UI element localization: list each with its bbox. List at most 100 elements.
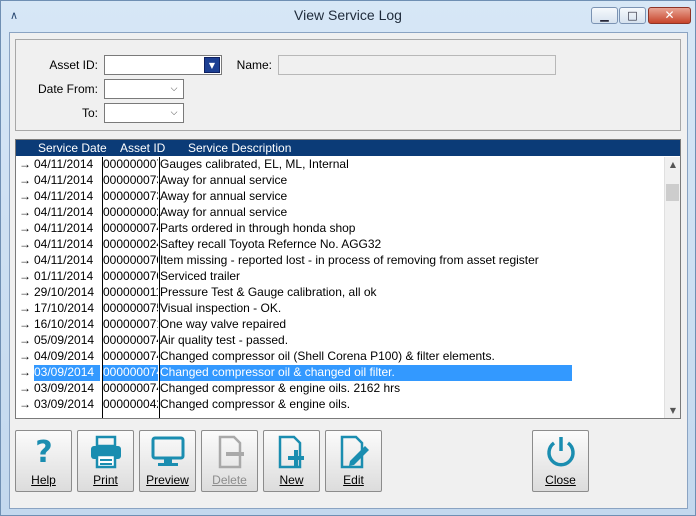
cell-description: Away for annual service bbox=[160, 205, 288, 219]
print-label: Print bbox=[93, 473, 118, 487]
chevron-down-icon[interactable]: ⌵ bbox=[166, 105, 182, 121]
print-button[interactable]: Print bbox=[77, 430, 134, 492]
cell-asset-id: 000000007 bbox=[103, 157, 158, 171]
cell-asset-id: 000000074 bbox=[103, 221, 158, 235]
scroll-down-icon[interactable]: ▼ bbox=[665, 403, 680, 418]
grid-header: Service Date Asset ID Service Descriptio… bbox=[16, 140, 680, 156]
table-row[interactable]: → 04/09/2014 000000074 Changed compressor o… bbox=[16, 349, 666, 365]
service-log-window: ∧ View Service Log ▁ □ ✕ Asset ID: ▼ Nam… bbox=[0, 0, 696, 516]
button-bar: ? Help Print Preview Delete New Edit Clo… bbox=[15, 426, 681, 504]
filter-panel: Asset ID: ▼ Name: Date From: ⌵ To: ⌵ bbox=[15, 39, 681, 131]
cell-description: Visual inspection - OK. bbox=[160, 301, 282, 315]
service-log-grid[interactable]: Service Date Asset ID Service Descriptio… bbox=[15, 139, 681, 419]
cell-asset-id: 000000070 bbox=[103, 253, 158, 267]
scroll-up-icon[interactable]: ▲ bbox=[665, 157, 680, 173]
cell-description: Gauges calibrated, EL, ML, Internal bbox=[160, 157, 349, 171]
table-row[interactable]: → 04/11/2014 000000073 Away for annual serv… bbox=[16, 189, 666, 205]
monitor-icon bbox=[151, 436, 185, 466]
title-bar[interactable]: ∧ View Service Log ▁ □ ✕ bbox=[1, 1, 695, 32]
close-icon: ✕ bbox=[664, 8, 675, 22]
table-row[interactable]: → 16/10/2014 000000071 One way valve repair… bbox=[16, 317, 666, 333]
table-row[interactable]: → 04/11/2014 000000007 Gauges calibrated, E… bbox=[16, 157, 666, 173]
asset-id-field[interactable]: ▼ bbox=[104, 55, 222, 75]
cell-service-date: 04/11/2014 bbox=[34, 157, 94, 171]
cell-service-date: 29/10/2014 bbox=[34, 285, 95, 299]
asset-lookup-button[interactable]: ▼ bbox=[204, 57, 220, 73]
delete-button[interactable]: Delete bbox=[201, 430, 258, 492]
row-arrow-icon: → bbox=[19, 237, 31, 251]
table-row[interactable]: → 01/11/2014 000000070 Serviced trailer bbox=[16, 269, 666, 285]
cell-asset-id: 000000074 bbox=[103, 349, 158, 363]
cell-asset-id: 000000024 bbox=[103, 237, 158, 251]
cell-service-date: 03/09/2014 bbox=[34, 365, 100, 381]
table-row[interactable]: → 04/11/2014 000000070 Item missing - repor… bbox=[16, 253, 666, 269]
cell-asset-id: 000000042 bbox=[103, 397, 158, 411]
table-row[interactable]: → 04/11/2014 000000073 Away for annual serv… bbox=[16, 173, 666, 189]
cell-service-date: 04/11/2014 bbox=[34, 189, 94, 203]
cell-description: Item missing - reported lost - in proces… bbox=[160, 253, 539, 267]
cell-service-date: 03/09/2014 bbox=[34, 397, 95, 411]
table-row[interactable]: → 04/11/2014 000000002 Away for annual serv… bbox=[16, 205, 666, 221]
cell-description: Saftey recall Toyota Refernce No. AGG32 bbox=[160, 237, 382, 251]
chevron-down-icon[interactable]: ⌵ bbox=[166, 81, 182, 97]
maximize-icon: □ bbox=[627, 9, 638, 22]
close-label: Close bbox=[545, 473, 576, 487]
row-arrow-icon: → bbox=[19, 285, 31, 299]
svg-text:?: ? bbox=[35, 435, 52, 469]
row-arrow-icon: → bbox=[19, 269, 31, 283]
column-header-asset-id[interactable]: Asset ID bbox=[120, 141, 165, 155]
delete-label: Delete bbox=[212, 473, 247, 487]
edit-label: Edit bbox=[343, 473, 364, 487]
table-row[interactable]: → 29/10/2014 000000011 Pressure Test & Gaug… bbox=[16, 285, 666, 301]
cell-asset-id: 000000074 bbox=[103, 381, 158, 395]
cell-asset-id: 000000002 bbox=[103, 205, 158, 219]
table-row[interactable]: → 03/09/2014 000000074 Changed compressor &… bbox=[16, 381, 666, 397]
table-row[interactable]: → 04/11/2014 000000074 Parts ordered in thr… bbox=[16, 221, 666, 237]
table-row[interactable]: → 05/09/2014 000000074 Air quality test - p… bbox=[16, 333, 666, 349]
date-to-select[interactable]: ⌵ bbox=[104, 103, 184, 123]
minimize-icon: ▁ bbox=[600, 9, 609, 22]
cell-description: Changed compressor oil (Shell Corena P10… bbox=[160, 349, 495, 363]
row-arrow-icon: → bbox=[19, 157, 31, 171]
table-row[interactable]: → 04/11/2014 000000024 Saftey recall Toyota… bbox=[16, 237, 666, 253]
minimize-button[interactable]: ▁ bbox=[591, 7, 618, 24]
help-label: Help bbox=[31, 473, 56, 487]
name-field bbox=[278, 55, 556, 75]
column-header-description[interactable]: Service Description bbox=[188, 141, 291, 155]
window-close-button[interactable]: ✕ bbox=[648, 7, 691, 24]
new-button[interactable]: New bbox=[263, 430, 320, 492]
row-arrow-icon: → bbox=[19, 365, 31, 379]
table-row[interactable]: → 03/09/2014 000000042 Changed compressor &… bbox=[16, 397, 666, 413]
preview-button[interactable]: Preview bbox=[139, 430, 196, 492]
help-button[interactable]: ? Help bbox=[15, 430, 72, 492]
table-row[interactable]: → 03/09/2014 000000074 Changed compressor o… bbox=[16, 365, 666, 381]
cell-asset-id: 000000073 bbox=[103, 189, 158, 203]
scroll-thumb[interactable] bbox=[666, 184, 679, 201]
printer-icon bbox=[91, 435, 121, 469]
cell-asset-id: 000000073 bbox=[103, 173, 158, 187]
name-label: Name: bbox=[236, 58, 272, 72]
cell-description: Pressure Test & Gauge calibration, all o… bbox=[160, 285, 377, 299]
cell-service-date: 04/11/2014 bbox=[34, 173, 94, 187]
table-row[interactable]: → 17/10/2014 000000075 Visual inspection - … bbox=[16, 301, 666, 317]
cell-service-date: 16/10/2014 bbox=[34, 317, 95, 331]
vertical-scrollbar[interactable]: ▲ ▼ bbox=[664, 157, 680, 418]
asset-id-label: Asset ID: bbox=[49, 58, 98, 72]
cell-description: One way valve repaired bbox=[160, 317, 287, 331]
close-button[interactable]: Close bbox=[532, 430, 589, 492]
edit-button[interactable]: Edit bbox=[325, 430, 382, 492]
row-arrow-icon: → bbox=[19, 253, 31, 267]
column-header-service-date[interactable]: Service Date bbox=[38, 141, 107, 155]
cell-asset-id: 000000074 bbox=[103, 333, 158, 347]
row-arrow-icon: → bbox=[19, 205, 31, 219]
cell-service-date: 04/09/2014 bbox=[34, 349, 95, 363]
cell-service-date: 01/11/2014 bbox=[34, 269, 94, 283]
cell-service-date: 04/11/2014 bbox=[34, 205, 94, 219]
cell-service-date: 17/10/2014 bbox=[34, 301, 95, 315]
cell-service-date: 03/09/2014 bbox=[34, 381, 95, 395]
row-arrow-icon: → bbox=[19, 189, 31, 203]
cell-description: Air quality test - passed. bbox=[160, 333, 289, 347]
new-label: New bbox=[279, 473, 304, 487]
date-from-select[interactable]: ⌵ bbox=[104, 79, 184, 99]
maximize-button[interactable]: □ bbox=[619, 7, 646, 24]
